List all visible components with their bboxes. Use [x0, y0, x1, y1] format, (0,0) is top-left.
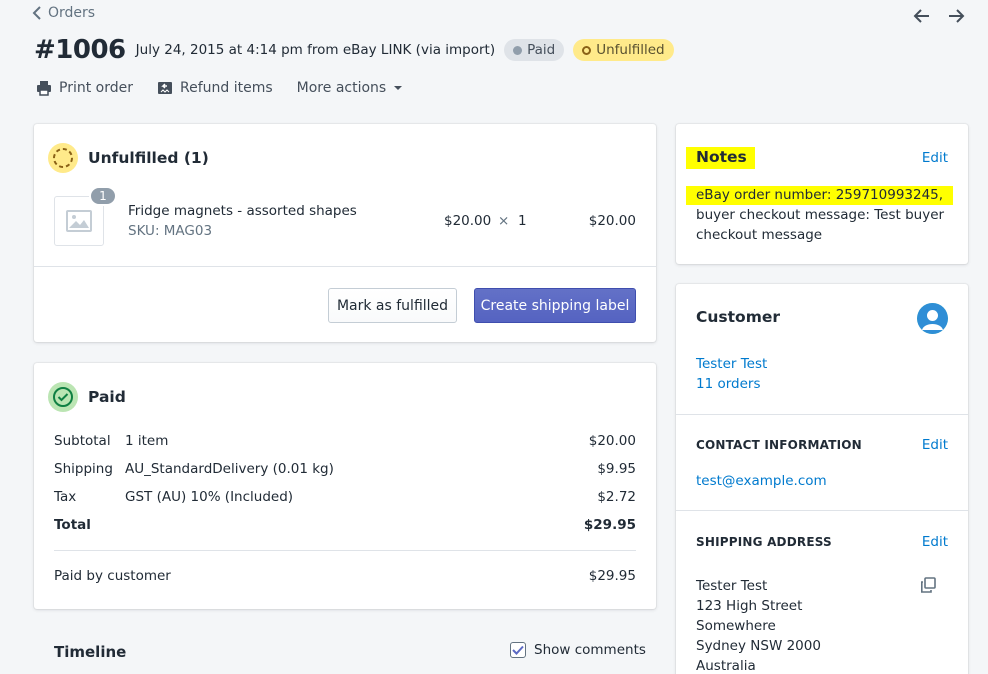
order-meta: July 24, 2015 at 4:14 pm from eBay LINK …	[135, 42, 496, 58]
shipping-address: Tester Test 123 High Street Somewhere Sy…	[696, 576, 821, 674]
customer-card: Customer Tester Test 11 orders CONTACT I…	[676, 284, 968, 674]
product-price: $20.00	[444, 213, 492, 229]
customer-orders-link[interactable]: 11 orders	[696, 376, 761, 392]
notes-line-3: checkout message	[696, 227, 823, 243]
unfulfilled-card: Unfulfilled (1) 1 Fridge magnets - assor…	[34, 124, 656, 342]
address-line: Tester Test	[696, 578, 768, 594]
subtotal-value: $20.00	[588, 433, 636, 449]
notes-body: eBay order number: 259710993245, buyer c…	[686, 185, 958, 245]
unfulfilled-badge-label: Unfulfilled	[596, 42, 665, 58]
product-name-link[interactable]: Fridge magnets - assorted shapes	[128, 203, 357, 219]
tax-value: $2.72	[597, 489, 636, 505]
check-circle-icon	[48, 382, 78, 412]
next-order-arrow-icon[interactable]	[946, 6, 966, 26]
show-comments-toggle[interactable]: Show comments	[510, 642, 646, 658]
contact-edit-link[interactable]: Edit	[922, 437, 948, 453]
address-line: Sydney NSW 2000	[696, 638, 821, 654]
contact-info-title: CONTACT INFORMATION	[696, 438, 862, 452]
chevron-left-icon	[32, 6, 41, 20]
refund-items-button[interactable]: Refund items	[157, 80, 273, 96]
quantity-badge: 1	[89, 186, 117, 206]
subtotal-desc: 1 item	[125, 433, 169, 449]
total-label: Total	[54, 517, 91, 533]
customer-avatar	[917, 303, 948, 334]
person-avatar-icon	[917, 303, 948, 334]
order-number: #1006	[34, 35, 126, 65]
print-order-button[interactable]: Print order	[36, 80, 133, 96]
unfulfilled-circle-icon	[48, 143, 78, 173]
refund-icon	[158, 82, 172, 94]
unfulfilled-status-badge: Unfulfilled	[573, 39, 674, 61]
paid-badge-label: Paid	[527, 42, 556, 58]
total-value: $29.95	[583, 517, 636, 533]
shipping-address-title: SHIPPING ADDRESS	[696, 535, 832, 549]
paid-status-badge: Paid	[504, 39, 565, 61]
shipping-desc: AU_StandardDelivery (0.01 kg)	[125, 461, 334, 477]
notes-edit-link[interactable]: Edit	[922, 150, 948, 166]
paid-by-customer-value: $29.95	[588, 568, 636, 584]
customer-name-link[interactable]: Tester Test	[696, 356, 767, 372]
timeline-title: Timeline	[54, 643, 127, 661]
previous-order-arrow-icon[interactable]	[912, 6, 932, 26]
tax-label: Tax	[54, 489, 77, 505]
paid-card: Paid Subtotal 1 item $20.00 Shipping AU_…	[34, 363, 656, 609]
customer-divider-1	[676, 414, 968, 415]
printer-icon	[37, 81, 51, 96]
checkbox-checked-icon[interactable]	[510, 642, 526, 658]
order-actions: Print order Refund items More actions	[36, 80, 403, 96]
address-line: Somewhere	[696, 618, 776, 634]
tax-desc: GST (AU) 10% (Included)	[125, 489, 294, 505]
order-header: #1006 July 24, 2015 at 4:14 pm from eBay…	[34, 35, 674, 65]
more-actions-dropdown[interactable]: More actions	[297, 80, 404, 96]
image-placeholder-icon	[66, 210, 92, 232]
shipping-label: Shipping	[54, 461, 113, 477]
times-sign: ×	[498, 213, 510, 229]
shipping-value: $9.95	[597, 461, 636, 477]
back-label: Orders	[48, 5, 96, 21]
paid-title: Paid	[88, 388, 126, 406]
paid-dot-icon	[513, 45, 523, 55]
back-to-orders-link[interactable]: Orders	[32, 5, 95, 21]
product-quantity: 1	[518, 213, 527, 229]
caret-down-icon	[394, 86, 403, 90]
customer-email-link[interactable]: test@example.com	[696, 473, 827, 489]
create-shipping-label-button[interactable]: Create shipping label	[474, 288, 636, 323]
product-line-total: $20.00	[588, 213, 636, 229]
product-sku: SKU: MAG03	[128, 223, 213, 239]
notes-line-2: buyer checkout message: Test buyer	[696, 207, 945, 223]
unfulfilled-title: Unfulfilled (1)	[88, 149, 209, 167]
more-actions-label: More actions	[296, 80, 387, 96]
unfulfilled-ring-icon	[582, 45, 592, 55]
customer-divider-2	[676, 510, 968, 511]
address-line: Australia	[696, 658, 756, 674]
order-pagination	[912, 6, 966, 26]
notes-title: Notes	[686, 147, 755, 169]
mark-as-fulfilled-button[interactable]: Mark as fulfilled	[328, 288, 457, 323]
print-order-label: Print order	[59, 80, 133, 96]
customer-title: Customer	[696, 308, 781, 326]
subtotal-label: Subtotal	[54, 433, 111, 449]
paid-divider	[54, 550, 636, 551]
show-comments-label: Show comments	[534, 642, 646, 658]
address-line: 123 High Street	[696, 598, 803, 614]
notes-title-text: Notes	[686, 147, 755, 169]
paid-by-customer-label: Paid by customer	[54, 568, 171, 584]
notes-card: Notes Edit eBay order number: 2597109932…	[676, 124, 968, 264]
copy-address-icon[interactable]	[920, 577, 936, 597]
shipping-edit-link[interactable]: Edit	[922, 534, 948, 550]
refund-items-label: Refund items	[180, 80, 273, 96]
ebay-order-number: eBay order number: 259710993245,	[686, 186, 954, 205]
card-divider	[34, 266, 656, 267]
